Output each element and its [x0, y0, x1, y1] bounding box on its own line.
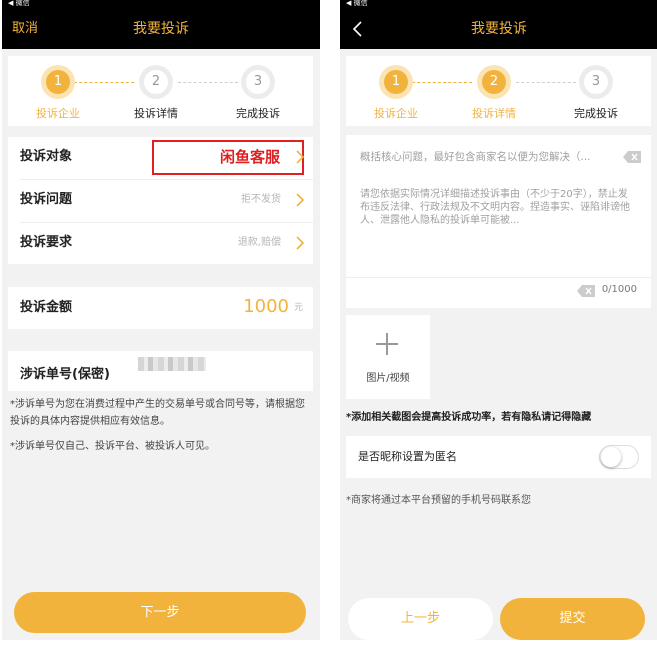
nav-bar: 取消 我要投诉	[2, 9, 320, 49]
row-issue[interactable]: 投诉问题 拒不发货	[8, 180, 313, 220]
step-label: 投诉详情	[472, 107, 516, 120]
step-label: 投诉企业	[374, 107, 418, 120]
step-number: 1	[46, 70, 70, 94]
anonymous-row: 是否昵称设置为匿名	[346, 436, 651, 478]
upload-label: 图片/视频	[366, 373, 410, 384]
step-label: 完成投诉	[574, 107, 618, 120]
detail-placeholder: 请您依据实际情况详细描述投诉事由（不少于20字），禁止发布违反法律、行政法规及不…	[360, 189, 630, 226]
order-note: *涉诉单号为您在消费过程中产生的交易单号或合同号等，请根据您投诉的具体内容提供相…	[10, 399, 305, 427]
row-target[interactable]: 投诉对象 闲鱼客服	[8, 137, 313, 177]
step-1: 1 投诉企业	[356, 65, 436, 121]
anonymous-toggle[interactable]	[599, 445, 639, 469]
left-screen: ◀ 微信 取消 我要投诉 1 投诉企业 2 投诉详情 3 完成投诉 投诉对象 闲…	[2, 0, 320, 640]
status-back-label[interactable]: ◀ 微信	[346, 0, 368, 8]
row-label: 投诉金额	[20, 300, 73, 315]
merchant-note: *商家将通过本平台预留的手机号码联系您	[346, 495, 531, 506]
issue-value: 拒不发货	[241, 194, 281, 205]
previous-button[interactable]: 上一步	[348, 598, 493, 640]
next-button[interactable]: 下一步	[14, 592, 306, 633]
amount-row[interactable]: 投诉金额 1000 元	[8, 287, 313, 329]
step-number: 2	[144, 70, 168, 94]
screenshot-tip: *添加相关截图会提高投诉成功率，若有隐私请记得隐藏	[346, 412, 592, 423]
step-3: 3 完成投诉	[556, 65, 636, 121]
submit-button[interactable]: 提交	[500, 598, 645, 640]
chevron-right-icon	[296, 193, 305, 207]
step-3: 3 完成投诉	[218, 65, 298, 121]
step-1: 1 投诉企业	[18, 65, 98, 121]
page-title: 我要投诉	[471, 21, 527, 37]
clear-icon[interactable]	[623, 151, 641, 163]
step-label: 投诉企业	[36, 107, 80, 120]
row-label: 投诉问题	[20, 192, 73, 207]
clear-icon[interactable]	[577, 285, 595, 297]
nav-bar: 我要投诉	[340, 9, 657, 49]
status-bar: ◀ 微信	[340, 0, 657, 9]
row-label: 涉诉单号(保密)	[20, 367, 110, 382]
right-screen: ◀ 微信 我要投诉 1 投诉企业 2 投诉详情 3 完成投诉 概括核心问题，最好…	[340, 0, 657, 640]
page-title: 我要投诉	[133, 21, 189, 37]
step-number: 2	[482, 70, 506, 94]
plus-icon	[386, 333, 388, 355]
status-bar: ◀ 微信	[2, 0, 320, 9]
detail-textarea[interactable]: 请您依据实际情况详细描述投诉事由（不少于20字），禁止发布违反法律、行政法规及不…	[346, 180, 651, 308]
status-back-label[interactable]: ◀ 微信	[8, 0, 30, 8]
toggle-knob	[601, 447, 621, 467]
step-indicator: 1 投诉企业 2 投诉详情 3 完成投诉	[346, 56, 651, 126]
redacted-order-number	[138, 357, 206, 371]
chevron-right-icon	[296, 236, 305, 250]
order-row[interactable]: 涉诉单号(保密)	[8, 351, 313, 391]
highlight-box: 闲鱼客服	[152, 140, 304, 175]
step-label: 投诉详情	[134, 107, 178, 120]
complaint-form: 投诉对象 闲鱼客服 投诉问题 拒不发货 投诉要求 退款,赔偿	[8, 137, 313, 264]
row-label: 投诉对象	[20, 149, 73, 164]
step-2: 2 投诉详情	[454, 65, 534, 121]
step-number: 3	[246, 70, 270, 94]
anonymous-label: 是否昵称设置为匿名	[358, 450, 457, 463]
upload-media-button[interactable]: 图片/视频	[346, 315, 430, 399]
demand-value: 退款,赔偿	[237, 237, 281, 248]
char-counter: 0/1000	[601, 284, 637, 295]
amount-value[interactable]: 1000	[243, 287, 289, 327]
visibility-note: *涉诉单号仅自己、投诉平台、被投诉人可见。	[10, 441, 215, 452]
target-value: 闲鱼客服	[219, 148, 280, 166]
divider	[346, 277, 651, 278]
step-2: 2 投诉详情	[116, 65, 196, 121]
row-demand[interactable]: 投诉要求 退款,赔偿	[8, 223, 313, 263]
step-number: 3	[584, 70, 608, 94]
step-number: 1	[384, 70, 408, 94]
summary-placeholder: 概括核心问题，最好包含商家名以便为您解决（...	[360, 151, 591, 163]
chevron-right-icon	[296, 150, 305, 164]
amount-unit: 元	[293, 303, 303, 313]
step-label: 完成投诉	[236, 107, 280, 120]
summary-input[interactable]: 概括核心问题，最好包含商家名以便为您解决（...	[346, 135, 651, 180]
row-label: 投诉要求	[20, 235, 73, 250]
step-indicator: 1 投诉企业 2 投诉详情 3 完成投诉	[8, 56, 313, 126]
